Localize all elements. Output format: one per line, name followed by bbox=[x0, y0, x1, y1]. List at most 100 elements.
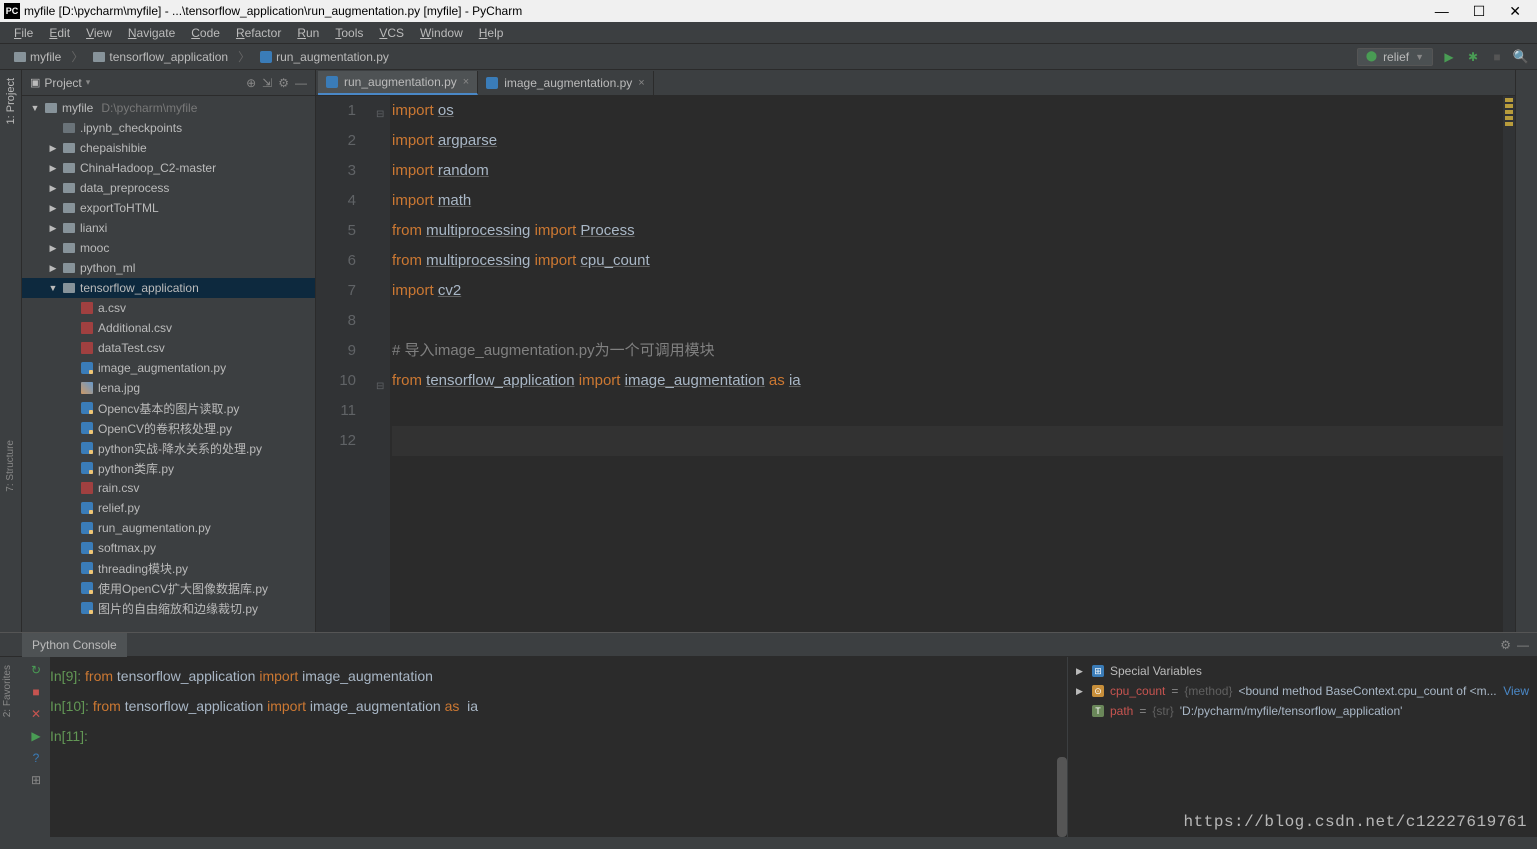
variable-row[interactable]: ▶⊞Special Variables bbox=[1076, 661, 1529, 681]
expand-arrow-icon[interactable]: ▶ bbox=[48, 143, 58, 154]
breadcrumb-item[interactable]: run_augmentation.py bbox=[254, 49, 395, 65]
tree-item[interactable]: .ipynb_checkpoints bbox=[22, 118, 315, 138]
menu-item-refactor[interactable]: Refactor bbox=[228, 24, 289, 42]
code-line[interactable]: # 导入image_augmentation.py为一个可调用模块 bbox=[392, 336, 1503, 366]
tree-item[interactable]: relief.py bbox=[22, 498, 315, 518]
code-line[interactable] bbox=[392, 396, 1503, 426]
tree-item[interactable]: ▶python_ml bbox=[22, 258, 315, 278]
tree-item[interactable]: softmax.py bbox=[22, 538, 315, 558]
editor-tab[interactable]: run_augmentation.py× bbox=[318, 71, 478, 95]
variable-row[interactable]: ▶⊙cpu_count = {method} <bound method Bas… bbox=[1076, 681, 1529, 701]
fold-marker-icon[interactable]: ⊟ bbox=[376, 372, 384, 402]
code-content[interactable]: import osimport argparseimport randomimp… bbox=[390, 96, 1503, 632]
tree-item[interactable]: ▼myfileD:\pycharm\myfile bbox=[22, 98, 315, 118]
tree-item[interactable]: ▶chepaishibie bbox=[22, 138, 315, 158]
warning-marker[interactable] bbox=[1505, 116, 1513, 120]
expand-arrow-icon[interactable]: ▼ bbox=[30, 103, 40, 113]
menu-item-navigate[interactable]: Navigate bbox=[120, 24, 183, 42]
code-line[interactable]: import os bbox=[392, 96, 1503, 126]
variables-panel[interactable]: ▶⊞Special Variables▶⊙cpu_count = {method… bbox=[1067, 657, 1537, 837]
debug-button[interactable]: ✱ bbox=[1465, 49, 1481, 65]
code-line[interactable]: import cv2 bbox=[392, 276, 1503, 306]
console-line[interactable]: In[10]: from tensorflow_application impo… bbox=[50, 691, 1067, 721]
menu-item-edit[interactable]: Edit bbox=[41, 24, 78, 42]
expand-arrow-icon[interactable]: ▶ bbox=[1076, 686, 1086, 697]
fold-marker-icon[interactable]: ⊟ bbox=[376, 100, 384, 130]
breadcrumb-item[interactable]: myfile bbox=[8, 49, 67, 65]
menu-item-window[interactable]: Window bbox=[412, 24, 471, 42]
tree-item[interactable]: OpenCV的卷积核处理.py bbox=[22, 418, 315, 438]
tree-item[interactable]: ▼tensorflow_application bbox=[22, 278, 315, 298]
search-everywhere-button[interactable]: 🔍 bbox=[1513, 49, 1529, 65]
menu-item-view[interactable]: View bbox=[78, 24, 120, 42]
tree-item[interactable]: ▶mooc bbox=[22, 238, 315, 258]
tree-item[interactable]: rain.csv bbox=[22, 478, 315, 498]
code-line[interactable]: from tensorflow_application import image… bbox=[392, 366, 1503, 396]
expand-arrow-icon[interactable]: ▶ bbox=[48, 223, 58, 234]
tree-item[interactable]: 图片的自由缩放和边缘裁切.py bbox=[22, 598, 315, 618]
console-line[interactable]: In[11]: bbox=[50, 721, 1067, 751]
gear-icon[interactable]: ⚙ bbox=[278, 76, 289, 90]
expand-arrow-icon[interactable]: ▶ bbox=[48, 163, 58, 174]
console-line[interactable]: In[9]: from tensorflow_application impor… bbox=[50, 661, 1067, 691]
menu-item-run[interactable]: Run bbox=[289, 24, 327, 42]
expand-arrow-icon[interactable]: ▶ bbox=[1076, 666, 1086, 677]
code-line[interactable]: from multiprocessing import cpu_count bbox=[392, 246, 1503, 276]
view-link[interactable]: View bbox=[1503, 684, 1529, 698]
code-line[interactable]: import argparse bbox=[392, 126, 1503, 156]
minimize-button[interactable]: — bbox=[1435, 3, 1449, 20]
close-tab-icon[interactable]: × bbox=[638, 77, 644, 89]
expand-arrow-icon[interactable]: ▶ bbox=[48, 183, 58, 194]
chevron-down-icon[interactable]: ▾ bbox=[86, 77, 91, 88]
run-button[interactable]: ▶ bbox=[1441, 49, 1457, 65]
tree-item[interactable]: Opencv基本的图片读取.py bbox=[22, 398, 315, 418]
code-line[interactable]: from multiprocessing import Process bbox=[392, 216, 1503, 246]
tree-item[interactable]: python实战-降水关系的处理.py bbox=[22, 438, 315, 458]
code-line[interactable] bbox=[392, 306, 1503, 336]
expand-arrow-icon[interactable]: ▶ bbox=[48, 243, 58, 254]
tree-item[interactable]: python类库.py bbox=[22, 458, 315, 478]
code-line[interactable]: import random bbox=[392, 156, 1503, 186]
stop-button[interactable]: ■ bbox=[1489, 49, 1505, 65]
show-vars-icon[interactable]: ⊞ bbox=[31, 773, 41, 787]
tree-item[interactable]: ▶lianxi bbox=[22, 218, 315, 238]
project-tree[interactable]: ▼myfileD:\pycharm\myfile.ipynb_checkpoin… bbox=[22, 96, 315, 632]
hide-panel-icon[interactable]: — bbox=[295, 76, 307, 90]
close-button[interactable]: ✕ bbox=[1509, 3, 1521, 20]
warning-marker[interactable] bbox=[1505, 110, 1513, 114]
tree-item[interactable]: ▶data_preprocess bbox=[22, 178, 315, 198]
tree-item[interactable]: lena.jpg bbox=[22, 378, 315, 398]
structure-tool-tab[interactable]: 7: Structure bbox=[3, 432, 18, 500]
expand-arrow-icon[interactable]: ▶ bbox=[48, 263, 58, 274]
favorites-tool-tab[interactable]: 2: Favorites bbox=[0, 657, 15, 725]
breadcrumb-item[interactable]: tensorflow_application bbox=[87, 49, 234, 65]
rerun-icon[interactable]: ↻ bbox=[31, 663, 41, 677]
warning-marker[interactable] bbox=[1505, 122, 1513, 126]
tree-item[interactable]: dataTest.csv bbox=[22, 338, 315, 358]
stop-icon[interactable]: ■ bbox=[32, 685, 39, 699]
close-tab-icon[interactable]: × bbox=[463, 76, 469, 88]
code-line[interactable]: import math bbox=[392, 186, 1503, 216]
tree-item[interactable]: threading模块.py bbox=[22, 558, 315, 578]
warning-marker[interactable] bbox=[1505, 104, 1513, 108]
tree-item[interactable]: image_augmentation.py bbox=[22, 358, 315, 378]
menu-item-tools[interactable]: Tools bbox=[327, 24, 371, 42]
menu-item-vcs[interactable]: VCS bbox=[371, 24, 412, 42]
console-gear-icon[interactable]: ⚙ bbox=[1500, 638, 1511, 652]
menu-item-help[interactable]: Help bbox=[471, 24, 512, 42]
variable-row[interactable]: Tpath = {str} 'D:/pycharm/myfile/tensorf… bbox=[1076, 701, 1529, 721]
tree-item[interactable]: ▶ChinaHadoop_C2-master bbox=[22, 158, 315, 178]
tree-item[interactable]: run_augmentation.py bbox=[22, 518, 315, 538]
execute-icon[interactable]: ▶ bbox=[31, 729, 40, 743]
tree-item[interactable]: a.csv bbox=[22, 298, 315, 318]
collapse-all-icon[interactable]: ⇲ bbox=[262, 76, 272, 90]
maximize-button[interactable]: ☐ bbox=[1473, 3, 1486, 20]
run-config-selector[interactable]: ⬤ relief ▼ bbox=[1357, 48, 1433, 66]
console-output[interactable]: In[9]: from tensorflow_application impor… bbox=[50, 657, 1067, 837]
tree-item[interactable]: Additional.csv bbox=[22, 318, 315, 338]
console-tab[interactable]: Python Console bbox=[22, 633, 127, 657]
code-line[interactable] bbox=[392, 426, 1503, 456]
expand-arrow-icon[interactable]: ▶ bbox=[48, 203, 58, 214]
tree-item[interactable]: ▶exportToHTML bbox=[22, 198, 315, 218]
close-icon[interactable]: ✕ bbox=[31, 707, 41, 721]
